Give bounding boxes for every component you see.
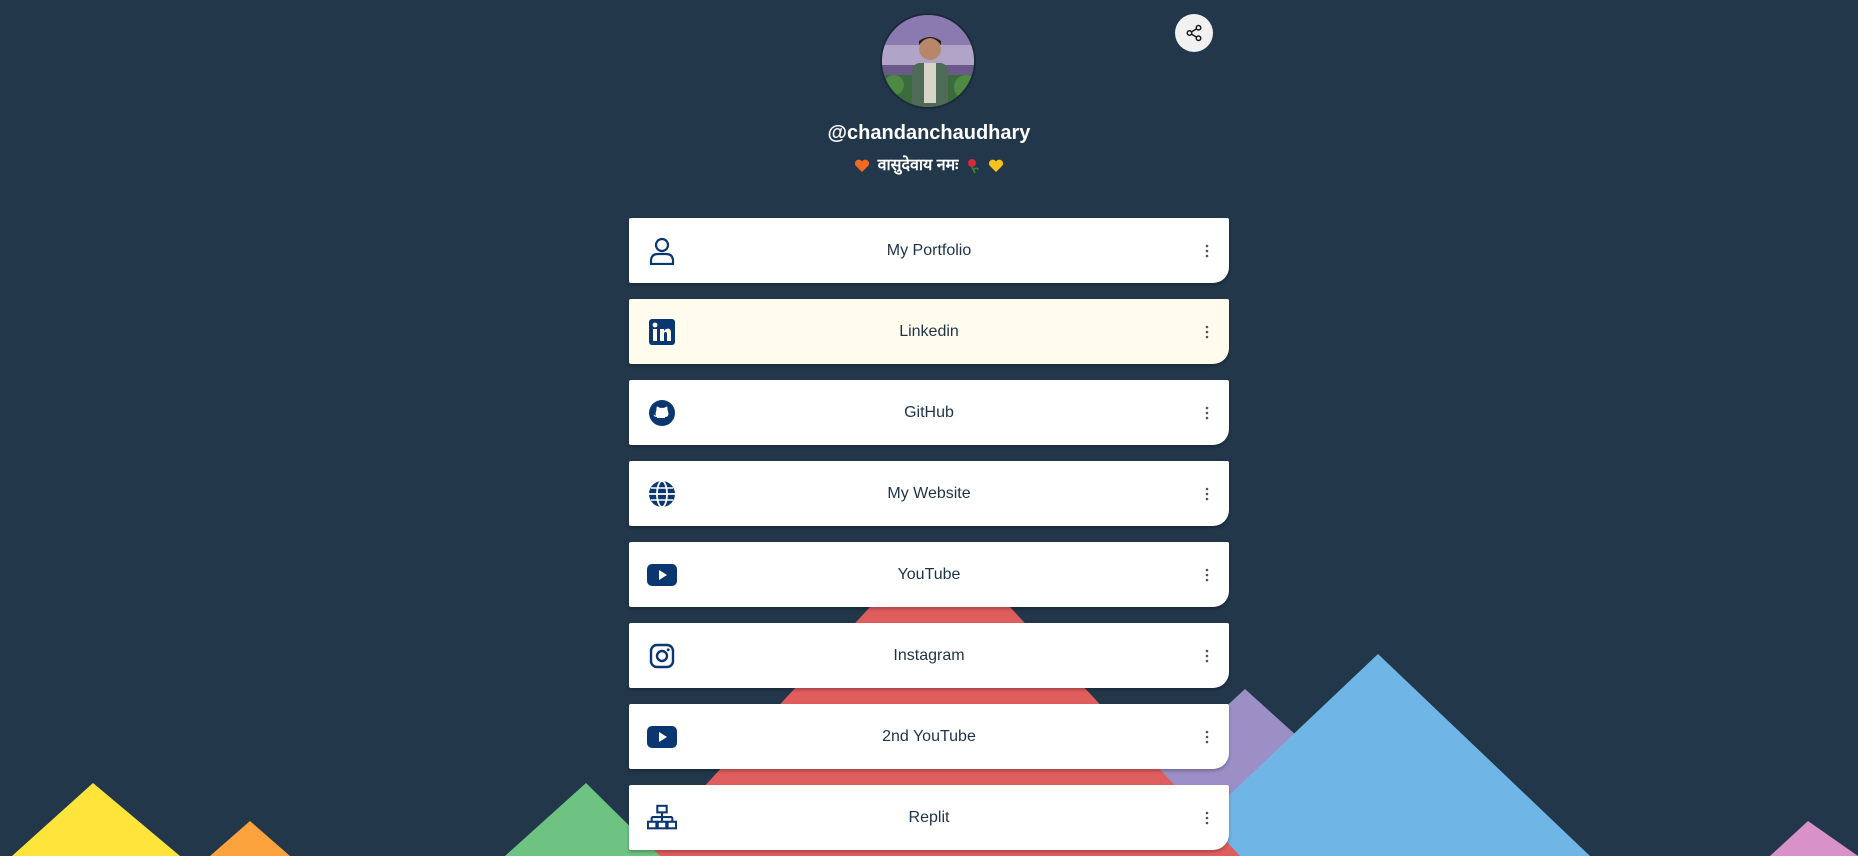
link-linkedin[interactable]: Linkedin — [629, 299, 1229, 364]
person-icon — [647, 236, 677, 266]
link-my-portfolio[interactable]: My Portfolio — [629, 218, 1229, 283]
link-list: My Portfolio Linkedin GitHub My Website … — [629, 218, 1229, 856]
bio: वासुदेवाय नमः — [0, 155, 1858, 177]
link-label: Linkedin — [899, 322, 959, 340]
profile-content: @chandanchaudhary वासुदेवाय नमः My Portf… — [0, 0, 1858, 856]
more-options-icon[interactable] — [1203, 243, 1211, 259]
username: @chandanchaudhary — [827, 122, 1031, 144]
link-replit[interactable]: Replit — [629, 785, 1229, 850]
page: @chandanchaudhary वासुदेवाय नमः My Portf… — [0, 0, 1858, 856]
youtube-icon — [647, 560, 677, 590]
rose-icon — [968, 159, 980, 174]
link-label: Replit — [908, 808, 950, 826]
link-youtube[interactable]: YouTube — [629, 542, 1229, 607]
more-options-icon[interactable] — [1203, 810, 1211, 826]
link-label: 2nd YouTube — [882, 727, 976, 745]
link-label: My Portfolio — [886, 241, 972, 259]
more-options-icon[interactable] — [1203, 567, 1211, 583]
link-github[interactable]: GitHub — [629, 380, 1229, 445]
more-options-icon[interactable] — [1203, 648, 1211, 664]
more-options-icon[interactable] — [1203, 729, 1211, 745]
share-button[interactable] — [1175, 14, 1213, 52]
orange-heart-icon — [854, 159, 869, 172]
link-instagram[interactable]: Instagram — [629, 623, 1229, 688]
more-options-icon[interactable] — [1203, 486, 1211, 502]
linkedin-icon — [647, 317, 677, 347]
link-my-website[interactable]: My Website — [629, 461, 1229, 526]
bio-text: वासुदेवाय नमः — [877, 157, 959, 174]
link-label: GitHub — [904, 403, 954, 421]
youtube-icon — [647, 722, 677, 752]
link-2nd-youtube[interactable]: 2nd YouTube — [629, 704, 1229, 769]
share-icon — [1186, 24, 1202, 42]
link-label: My Website — [887, 484, 971, 502]
network-icon — [647, 803, 677, 833]
instagram-icon — [647, 641, 677, 671]
more-options-icon[interactable] — [1203, 405, 1211, 421]
yellow-heart-icon — [989, 159, 1004, 172]
link-label: YouTube — [897, 565, 961, 583]
more-options-icon[interactable] — [1203, 324, 1211, 340]
avatar — [880, 13, 976, 109]
link-label: Instagram — [893, 646, 965, 664]
github-icon — [647, 398, 677, 428]
globe-icon — [647, 479, 677, 509]
